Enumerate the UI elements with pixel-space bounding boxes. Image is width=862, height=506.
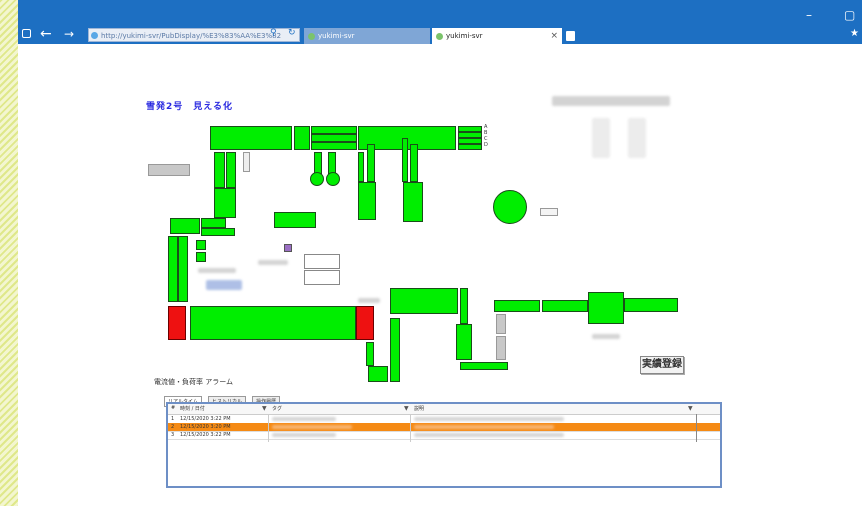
column-divider — [696, 414, 697, 442]
ie-icon — [91, 32, 98, 39]
grey-block[interactable] — [496, 314, 506, 334]
equipment-block[interactable] — [311, 134, 357, 142]
equipment-block[interactable] — [196, 240, 206, 250]
col-number: # — [171, 405, 176, 411]
equipment-block[interactable] — [201, 228, 235, 236]
blurred-label — [198, 268, 236, 273]
column-divider — [268, 414, 269, 442]
status-box[interactable] — [540, 208, 558, 216]
blurred-link — [206, 280, 242, 290]
pipe[interactable] — [358, 152, 364, 182]
back-icon[interactable]: ← — [40, 26, 52, 42]
pipe[interactable] — [460, 362, 508, 370]
minimize-button[interactable]: – — [806, 8, 812, 22]
filter-icon[interactable]: ▼ — [688, 405, 693, 412]
forward-icon[interactable]: → — [64, 27, 74, 41]
conveyor[interactable] — [624, 298, 678, 312]
col-tag: タグ — [272, 406, 283, 412]
page-title: 雪発2号 見える化 — [146, 102, 233, 112]
pipe[interactable] — [390, 318, 400, 382]
restore-button[interactable]: ▢ — [844, 8, 855, 22]
tab-label: yukimi-svr — [318, 32, 355, 40]
tab-icon — [436, 33, 443, 40]
equipment-block[interactable] — [168, 236, 178, 302]
equipment-block[interactable] — [196, 252, 206, 262]
refresh-icon[interactable]: ↻ — [288, 28, 296, 38]
equipment-block[interactable] — [294, 126, 310, 150]
blurred-label — [358, 298, 380, 303]
pipe[interactable] — [460, 288, 468, 324]
equipment-block[interactable] — [170, 218, 200, 234]
tab-1[interactable]: yukimi-svr — [304, 28, 430, 44]
pipe[interactable] — [367, 144, 375, 182]
grey-indicator[interactable] — [243, 152, 250, 172]
scada-display: 雪発2号 見える化 A B C D 実績登録 電流値・負荷率 アラーム # 時刻… — [18, 44, 862, 506]
tab-icon — [308, 33, 315, 40]
tank[interactable] — [403, 182, 423, 222]
silo-circle[interactable] — [493, 190, 527, 224]
table-row[interactable]: 3 12/15/2020 3:22 PM — [168, 431, 720, 440]
search-icon[interactable]: ⚲ — [270, 28, 277, 38]
alarm-block[interactable] — [356, 306, 374, 340]
pipe[interactable] — [366, 342, 374, 366]
alarm-grid: # 時刻 / 日付 ▼ タグ ▼ 説明 ▼ 1 12/15/2020 3:22 … — [166, 402, 722, 488]
valve[interactable] — [310, 172, 324, 186]
conveyor[interactable] — [542, 300, 588, 312]
filter-icon[interactable]: ▼ — [404, 405, 409, 412]
equipment-block[interactable] — [178, 236, 188, 302]
column-divider — [410, 414, 411, 442]
equipment-block[interactable] — [456, 324, 472, 360]
col-description: 説明 — [414, 406, 425, 412]
conveyor[interactable] — [494, 300, 540, 312]
close-tab-icon[interactable]: × — [550, 28, 558, 44]
conveyor-d[interactable] — [458, 144, 482, 150]
value-box[interactable] — [304, 254, 340, 269]
equipment-block[interactable] — [214, 152, 225, 188]
grey-block[interactable] — [496, 336, 506, 360]
blurred-legend — [592, 118, 610, 158]
address-bar[interactable]: http://yukimi-svr/PubDisplay/%E3%83%AA%E… — [88, 28, 300, 42]
tank[interactable] — [358, 182, 376, 220]
equipment-block[interactable] — [226, 152, 236, 188]
alarm-block[interactable] — [168, 306, 186, 340]
register-results-button[interactable]: 実績登録 — [640, 356, 684, 374]
equipment-block[interactable] — [214, 188, 236, 218]
pipe[interactable] — [402, 138, 408, 182]
col-time: 時刻 / 日付 — [180, 406, 205, 412]
pipe[interactable] — [410, 144, 418, 182]
equipment-block[interactable] — [274, 212, 316, 228]
pipe[interactable] — [314, 152, 322, 174]
blurred-header-info — [552, 96, 670, 106]
pipe[interactable] — [328, 152, 336, 174]
new-tab-icon[interactable] — [566, 31, 575, 41]
equipment-block[interactable] — [588, 292, 624, 324]
filter-icon[interactable]: ▼ — [262, 405, 267, 412]
blurred-label — [258, 260, 288, 265]
equipment-block[interactable] — [201, 218, 226, 228]
equipment-block[interactable] — [311, 142, 357, 150]
blurred-label — [592, 334, 620, 339]
grey-status-block[interactable] — [148, 164, 190, 176]
favorites-star-icon[interactable]: ★ — [850, 28, 859, 39]
tab-label: yukimi-svr — [446, 32, 483, 40]
tab-2-active[interactable]: yukimi-svr × — [432, 28, 562, 44]
browser-window: – ▢ ← → http://yukimi-svr/PubDisplay/%E3… — [18, 0, 862, 506]
address-url: http://yukimi-svr/PubDisplay/%E3%83%AA%E… — [101, 32, 282, 40]
valve[interactable] — [326, 172, 340, 186]
main-line[interactable] — [190, 306, 356, 340]
grid-header: # 時刻 / 日付 ▼ タグ ▼ 説明 ▼ — [168, 404, 720, 415]
equipment-block[interactable] — [311, 126, 357, 134]
value-box[interactable] — [304, 270, 340, 285]
alarm-tabs: リアルタイム ヒストリカル 操作履歴 — [164, 388, 281, 407]
alarm-panel-title: 電流値・負荷率 アラーム — [154, 378, 234, 386]
equipment-block[interactable] — [210, 126, 292, 150]
blurred-legend — [628, 118, 646, 158]
app-icon — [22, 29, 31, 38]
abcd-labels: A B C D — [484, 124, 488, 148]
purple-indicator — [284, 244, 292, 252]
equipment-block[interactable] — [390, 288, 458, 314]
equipment-block[interactable] — [368, 366, 388, 382]
